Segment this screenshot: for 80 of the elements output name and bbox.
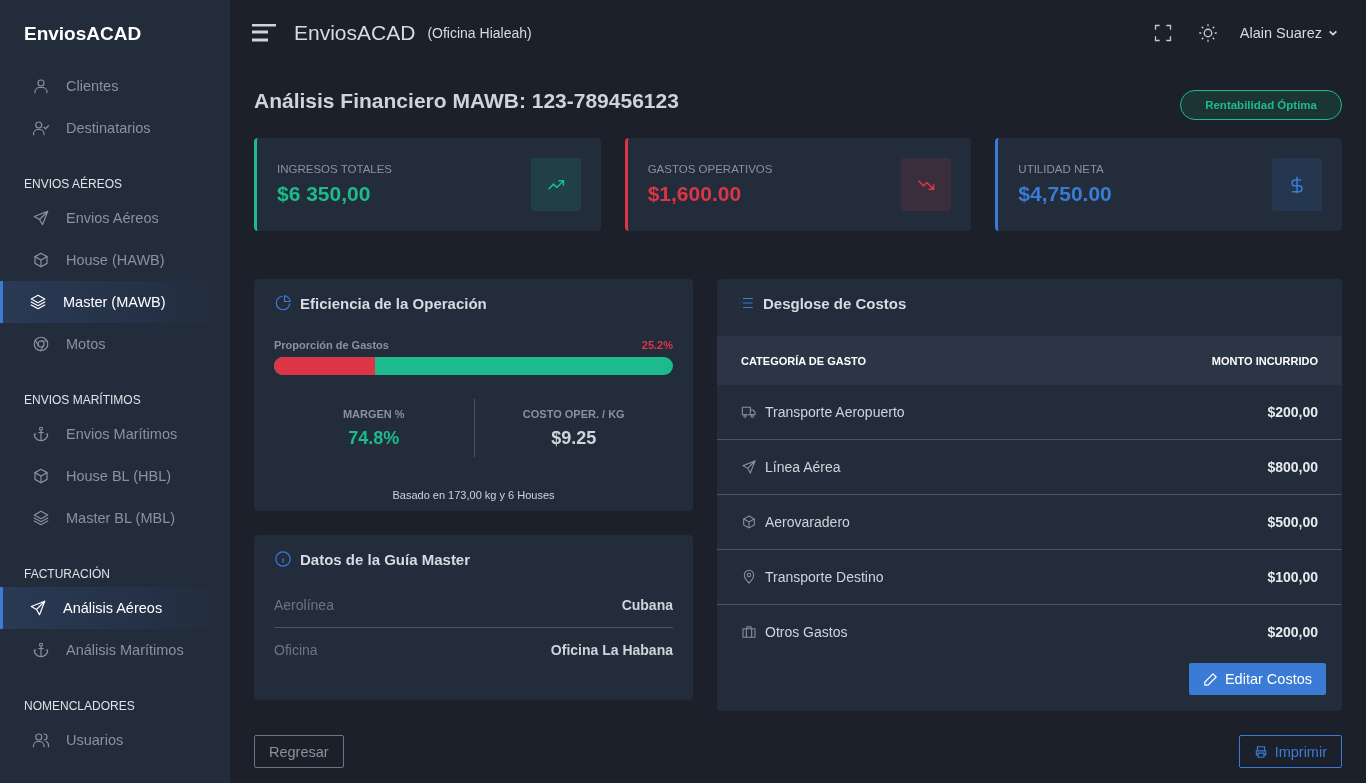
- sidebar-item[interactable]: Motos: [0, 323, 230, 365]
- sidebar-item[interactable]: Clientes: [0, 65, 230, 107]
- table-cell: $200,00: [1267, 404, 1318, 420]
- anchor-icon: [32, 425, 50, 443]
- info-icon: [274, 550, 292, 568]
- field-value: Oficina La Habana: [550, 642, 673, 658]
- fullscreen-icon[interactable]: [1152, 23, 1173, 43]
- edit-costs-button[interactable]: Editar Costos: [1188, 663, 1326, 695]
- send-icon: [741, 459, 757, 475]
- panel-title: Desglose de Costos: [763, 294, 907, 312]
- pie-chart-icon: [274, 294, 292, 312]
- stat-label: INGRESOS TOTALES: [277, 163, 393, 175]
- table-cell: Línea Aérea: [765, 459, 841, 475]
- basis-note: Basado en 173,00 kg y 6 Houses: [391, 489, 556, 501]
- page-title: Análisis Financiero MAWB: 123-789456123: [254, 89, 679, 113]
- metric-value: $9.25: [551, 428, 597, 449]
- stat-value: $4,750.00: [1018, 182, 1112, 206]
- print-button[interactable]: Imprimir: [1238, 735, 1342, 768]
- column-header: MONTO INCURRIDO: [1211, 354, 1318, 367]
- status-badge: Rentabilidad Óptima: [1180, 90, 1342, 120]
- field-label: Oficina: [274, 642, 318, 658]
- table-cell: Transporte Aeropuerto: [765, 404, 905, 420]
- pencil-icon: [1202, 671, 1218, 687]
- send-icon: [32, 209, 50, 227]
- stat-label: UTILIDAD NETA: [1018, 163, 1105, 175]
- truck-icon: [741, 404, 757, 420]
- user-icon: [32, 77, 50, 95]
- sidebar-item[interactable]: Envios Aéreos: [0, 197, 230, 239]
- sidebar-section-heading: ENVIOS MARÍTIMOS: [23, 391, 142, 409]
- table-cell: Transporte Destino: [765, 569, 884, 585]
- field-label: Aerolínea: [274, 597, 334, 613]
- table-cell: $100,00: [1267, 569, 1318, 585]
- stat-label: GASTOS OPERATIVOS: [647, 163, 773, 175]
- briefcase-icon: [741, 624, 757, 640]
- chevron-down-icon: [1328, 28, 1338, 38]
- sidebar-item[interactable]: Envios Marítimos: [0, 413, 230, 455]
- bar-reading: 25.2%: [641, 339, 673, 351]
- column-header: CATEGORÍA DE GASTO: [741, 354, 867, 367]
- send-icon: [29, 599, 47, 617]
- sidebar-item[interactable]: Master BL (MBL): [0, 497, 230, 539]
- office-label: (Oficina Hialeah): [427, 25, 532, 41]
- sidebar-section-heading: FACTURACIÓN: [23, 565, 111, 583]
- user-menu[interactable]: Alain Suarez: [1239, 25, 1338, 41]
- users-icon: [32, 731, 50, 749]
- brand-logo[interactable]: EnviosACAD: [0, 0, 230, 65]
- layers-icon: [32, 509, 50, 527]
- user-check-icon: [32, 119, 50, 137]
- printer-icon: [1253, 744, 1268, 759]
- table-cell: $200,00: [1267, 624, 1318, 640]
- field-value: Cubana: [621, 597, 673, 613]
- pin-icon: [741, 569, 757, 585]
- table-cell: $800,00: [1267, 459, 1318, 475]
- metric-value: 74.8%: [348, 428, 400, 449]
- layers-icon: [29, 293, 47, 311]
- app-title: EnviosACAD: [294, 21, 416, 45]
- box-icon: [741, 514, 757, 530]
- metric-label: MARGEN %: [342, 408, 405, 420]
- sidebar-item[interactable]: Análisis Marítimos: [0, 629, 230, 671]
- back-button[interactable]: Regresar: [254, 735, 344, 768]
- stat-value: $1,600.00: [647, 182, 743, 206]
- metric-label: COSTO OPER. / KG: [522, 408, 625, 420]
- table-cell: Aerovaradero: [765, 514, 850, 530]
- sidebar-item[interactable]: Usuarios: [0, 719, 230, 761]
- table-cell: Otros Gastos: [765, 624, 848, 640]
- sidebar-item[interactable]: House (HAWB): [0, 239, 230, 281]
- panel-title: Datos de la Guía Master: [300, 550, 471, 568]
- sun-icon[interactable]: [1197, 23, 1218, 43]
- bar-label: Proporción de Gastos: [274, 339, 389, 351]
- box-icon: [32, 251, 50, 269]
- stat-value: $6 350,00: [277, 182, 372, 206]
- menu-icon[interactable]: [252, 24, 276, 42]
- sidebar-item[interactable]: House BL (HBL): [0, 455, 230, 497]
- sidebar-section-heading: NOMENCLADORES: [23, 698, 136, 715]
- box-icon: [32, 467, 50, 485]
- anchor-icon: [32, 641, 50, 659]
- sidebar-item[interactable]: Destinatarios: [0, 107, 230, 149]
- wheel-icon: [32, 335, 50, 353]
- table-cell: $500,00: [1267, 514, 1318, 530]
- panel-title: Eficiencia de la Operación: [300, 294, 487, 312]
- sidebar-section-heading: ENVIOS AÉREOS: [23, 175, 124, 193]
